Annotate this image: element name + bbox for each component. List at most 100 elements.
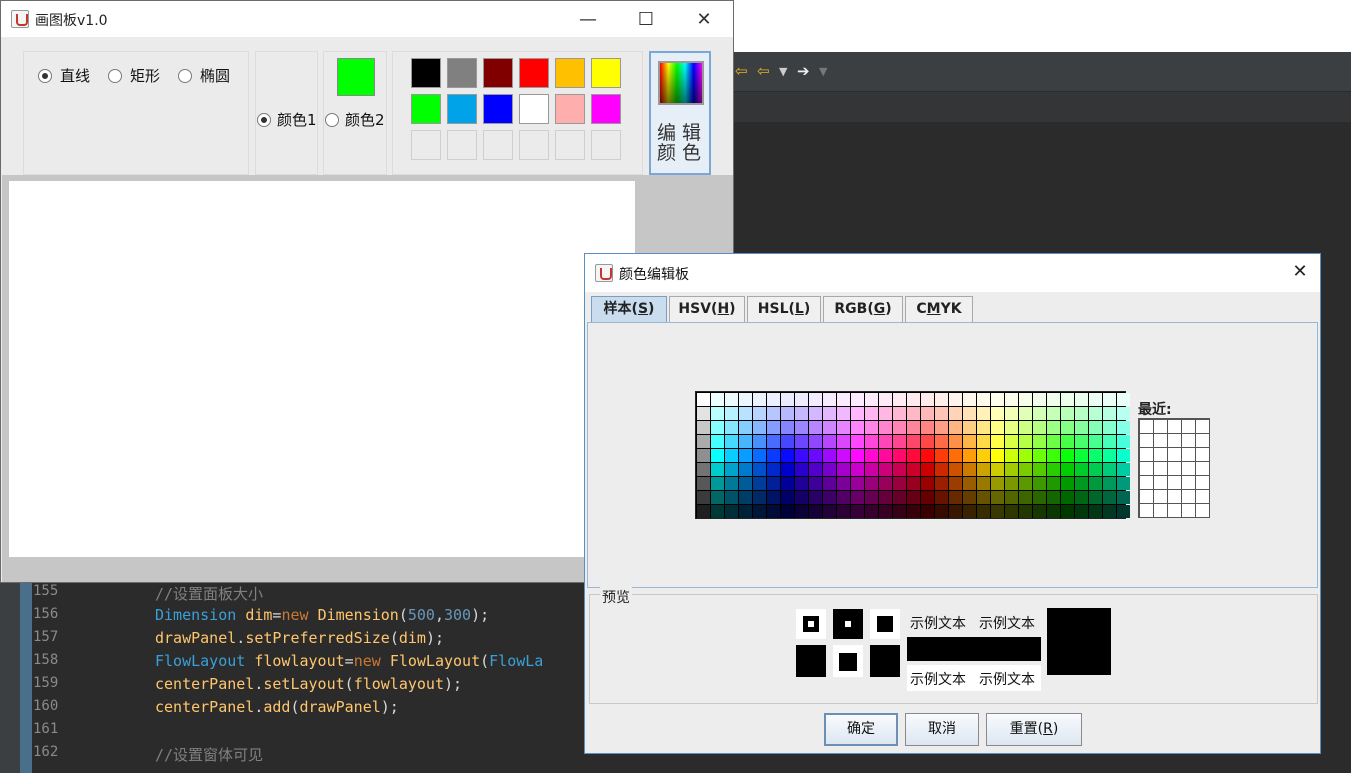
swatch-cell[interactable] (1061, 463, 1074, 476)
palette-empty-slot[interactable] (411, 130, 441, 160)
recent-swatch-cell[interactable] (1154, 490, 1167, 503)
swatch-cell[interactable] (1075, 505, 1088, 518)
swatch-cell[interactable] (837, 393, 850, 406)
swatch-cell[interactable] (823, 505, 836, 518)
swatch-cell[interactable] (865, 449, 878, 462)
swatch-cell[interactable] (1047, 407, 1060, 420)
swatch-cell[interactable] (739, 449, 752, 462)
swatch-cell[interactable] (851, 407, 864, 420)
palette-swatch[interactable] (483, 94, 513, 124)
swatch-cell[interactable] (837, 407, 850, 420)
swatch-cell[interactable] (935, 463, 948, 476)
swatch-cell[interactable] (963, 505, 976, 518)
swatch-cell[interactable] (739, 421, 752, 434)
reset-button[interactable]: 重置(R) (986, 713, 1082, 746)
swatch-cell[interactable] (753, 393, 766, 406)
swatch-cell[interactable] (753, 421, 766, 434)
palette-empty-slot[interactable] (591, 130, 621, 160)
swatch-cell[interactable] (837, 463, 850, 476)
swatch-cell[interactable] (1019, 463, 1032, 476)
swatch-cell[interactable] (1047, 421, 1060, 434)
palette-swatch[interactable] (591, 58, 621, 88)
swatch-cell[interactable] (893, 463, 906, 476)
tab-swatches[interactable]: 样本(S) (591, 296, 667, 322)
swatch-cell[interactable] (1089, 463, 1102, 476)
swatch-cell[interactable] (795, 477, 808, 490)
swatch-cell[interactable] (1075, 463, 1088, 476)
swatch-cell[interactable] (753, 407, 766, 420)
palette-swatch[interactable] (411, 58, 441, 88)
swatch-cell[interactable] (725, 463, 738, 476)
swatch-cell[interactable] (837, 449, 850, 462)
swatch-cell[interactable] (809, 393, 822, 406)
recent-swatch-cell[interactable] (1168, 448, 1181, 461)
swatch-cell[interactable] (907, 435, 920, 448)
swatch-cell[interactable] (1089, 407, 1102, 420)
swatch-cell[interactable] (977, 407, 990, 420)
swatch-cell[interactable] (809, 505, 822, 518)
swatch-cell[interactable] (1033, 491, 1046, 504)
swatch-cell[interactable] (893, 449, 906, 462)
radio-dot[interactable] (325, 112, 339, 127)
recent-swatch-cell[interactable] (1154, 504, 1167, 517)
swatch-cell[interactable] (823, 407, 836, 420)
swatch-cell[interactable] (725, 435, 738, 448)
swatch-cell[interactable] (991, 463, 1004, 476)
recent-swatch-cell[interactable] (1154, 448, 1167, 461)
swatch-cell[interactable] (963, 449, 976, 462)
radio-ellipse[interactable]: 椭圆 (178, 65, 230, 86)
radio-color1[interactable]: 颜色1 (257, 109, 317, 130)
swatch-cell[interactable] (1117, 477, 1130, 490)
recent-swatch-cell[interactable] (1154, 462, 1167, 475)
swatch-cell[interactable] (1103, 505, 1116, 518)
swatch-cell[interactable] (781, 491, 794, 504)
swatch-cell[interactable] (879, 449, 892, 462)
swatch-cell[interactable] (697, 407, 710, 420)
swatch-cell[interactable] (921, 435, 934, 448)
ok-button[interactable]: 确定 (824, 713, 898, 746)
swatch-cell[interactable] (893, 477, 906, 490)
swatch-cell[interactable] (963, 407, 976, 420)
swatch-cell[interactable] (893, 505, 906, 518)
swatch-cell[interactable] (963, 435, 976, 448)
swatch-cell[interactable] (823, 421, 836, 434)
swatch-cell[interactable] (711, 491, 724, 504)
swatch-cell[interactable] (991, 505, 1004, 518)
swatch-cell[interactable] (879, 393, 892, 406)
swatch-cell[interactable] (837, 491, 850, 504)
swatch-cell[interactable] (739, 491, 752, 504)
swatch-cell[interactable] (767, 477, 780, 490)
swatch-cell[interactable] (991, 393, 1004, 406)
swatch-cell[interactable] (823, 393, 836, 406)
swatch-cell[interactable] (753, 449, 766, 462)
swatch-cell[interactable] (795, 393, 808, 406)
arrow-right-icon[interactable]: ➔ (797, 62, 810, 80)
swatch-cell[interactable] (865, 421, 878, 434)
swatch-cell[interactable] (781, 393, 794, 406)
swatch-cell[interactable] (879, 421, 892, 434)
swatch-cell[interactable] (753, 505, 766, 518)
swatch-cell[interactable] (823, 435, 836, 448)
swatch-cell[interactable] (725, 393, 738, 406)
swatch-cell[interactable] (935, 393, 948, 406)
swatch-cell[interactable] (725, 407, 738, 420)
swatch-cell[interactable] (977, 463, 990, 476)
swatch-cell[interactable] (963, 463, 976, 476)
recent-swatch-grid[interactable] (1138, 418, 1210, 518)
swatch-cell[interactable] (711, 505, 724, 518)
swatch-cell[interactable] (977, 477, 990, 490)
swatch-cell[interactable] (851, 463, 864, 476)
swatch-cell[interactable] (949, 421, 962, 434)
swatch-cell[interactable] (1061, 505, 1074, 518)
swatch-cell[interactable] (851, 421, 864, 434)
minimize-button[interactable]: — (559, 1, 617, 37)
swatch-cell[interactable] (851, 505, 864, 518)
swatch-cell[interactable] (1103, 463, 1116, 476)
swatch-cell[interactable] (949, 435, 962, 448)
swatch-cell[interactable] (753, 435, 766, 448)
recent-swatch-cell[interactable] (1168, 462, 1181, 475)
swatch-cell[interactable] (781, 421, 794, 434)
swatch-cell[interactable] (935, 421, 948, 434)
swatch-cell[interactable] (1033, 505, 1046, 518)
recent-swatch-cell[interactable] (1182, 448, 1195, 461)
